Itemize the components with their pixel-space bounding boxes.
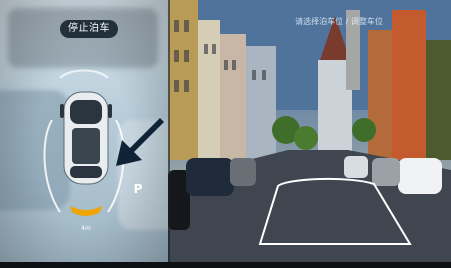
- bottom-bar: [0, 262, 451, 268]
- surround-view-panel: 4m 停止泊车 P: [0, 0, 168, 262]
- car-rear-window: [70, 166, 102, 178]
- arrow-down-left-icon: [116, 118, 164, 166]
- stop-parking-button[interactable]: 停止泊车: [60, 20, 118, 38]
- car-windshield: [70, 100, 102, 124]
- parked-car-left-2: [186, 158, 234, 196]
- guide-arc-top: [59, 69, 109, 79]
- building-left-3: [220, 34, 246, 164]
- building-right-2: [392, 10, 426, 160]
- car-mirror-left: [60, 104, 64, 118]
- building-left-2: [198, 20, 220, 160]
- top-hint-text: 请选择泊车位 / 调整车位: [295, 17, 383, 26]
- building-right-3: [426, 40, 451, 160]
- tree-2: [294, 126, 318, 150]
- building-right-1: [368, 30, 392, 160]
- street-scene: [168, 0, 451, 262]
- distance-warning-orange: [70, 206, 102, 216]
- car-roof: [72, 128, 100, 164]
- distance-label: 4m: [81, 225, 91, 232]
- parked-car-left-3: [230, 158, 256, 186]
- parking-icon[interactable]: P: [130, 180, 146, 198]
- tree-3: [352, 118, 376, 142]
- parked-car-right-1: [398, 158, 442, 194]
- direction-arrow-shape: [116, 118, 164, 166]
- parked-car-right-2: [372, 158, 400, 186]
- camera-view-panel: [168, 0, 451, 262]
- guide-arc-left: [43, 119, 61, 213]
- panel-separator: [168, 0, 170, 262]
- building-left-1: [168, 0, 198, 160]
- building-left-4: [246, 46, 276, 166]
- parked-car-right-3: [344, 156, 368, 178]
- parking-screen: 4m 停止泊车 P 请选择泊车位 / 调整车位: [0, 0, 451, 262]
